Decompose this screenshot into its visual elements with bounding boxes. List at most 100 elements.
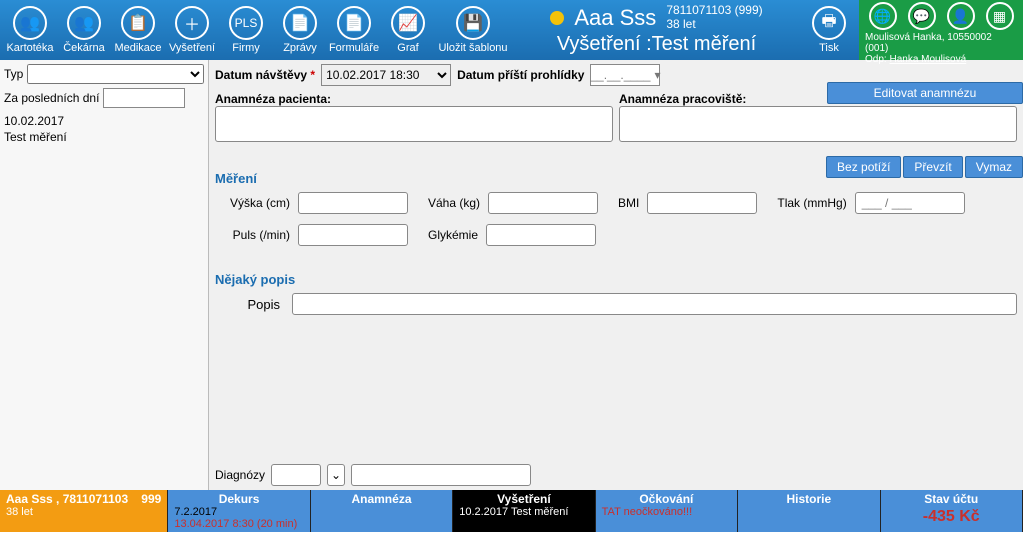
chat-icon[interactable]: 💬: [908, 2, 936, 30]
vyska-label: Výška (cm): [215, 196, 290, 210]
left-panel: Typ Za posledních dní 10.02.2017 Test mě…: [0, 60, 209, 490]
patient-age: 38 let: [666, 18, 762, 31]
bb-dekurs-title: Dekurs: [174, 492, 303, 506]
glykemie-input[interactable]: [486, 224, 596, 246]
apps-icon[interactable]: ▦: [986, 2, 1014, 30]
diag-text-input[interactable]: [351, 464, 531, 486]
bb-patient-sub: 38 let: [6, 506, 161, 518]
body-area: Typ Za posledních dní 10.02.2017 Test mě…: [0, 60, 1023, 490]
kartoteka-button[interactable]: 👥 Kartotéka: [6, 2, 54, 58]
bb-stav-value: -435 Kč: [887, 508, 1016, 526]
bb-dekurs-sub1: 7.2.2017: [174, 506, 303, 518]
user-line1: Moulisová Hanka, 10550002 (001): [865, 32, 1017, 54]
cekarna-button[interactable]: 👥 Čekárna: [60, 2, 108, 58]
prevzit-button[interactable]: Převzít: [903, 156, 962, 178]
bb-vysetreni-title: Vyšetření: [459, 492, 588, 506]
kartoteka-label: Kartotéka: [6, 42, 53, 54]
bmi-label: BMI: [618, 196, 639, 210]
zpravy-button[interactable]: 📄 Zprávy: [276, 2, 324, 58]
patient-name: Aaa Sss: [574, 5, 656, 31]
bez-potizi-button[interactable]: Bez potíží: [826, 156, 901, 178]
diagnozy-row: Diagnózy ⌄: [215, 464, 1017, 486]
bb-ockovani-title: Očkování: [602, 492, 731, 506]
medikace-button[interactable]: 📋 Medikace: [114, 2, 162, 58]
datum-pristi-placeholder: __.__.____: [590, 68, 650, 82]
vyska-input[interactable]: [298, 192, 408, 214]
graf-button[interactable]: 📈 Graf: [384, 2, 432, 58]
save-icon: 💾: [456, 6, 490, 40]
popis-input[interactable]: [292, 293, 1017, 315]
typ-label: Typ: [4, 67, 23, 81]
bb-historie[interactable]: Historie: [738, 490, 880, 532]
plus-icon: ＋: [175, 6, 209, 40]
diagnozy-label: Diagnózy: [215, 468, 265, 482]
bb-ockovani[interactable]: Očkování TAT neočkováno!!!: [596, 490, 738, 532]
patient-id: 7811071103 (999): [666, 4, 762, 17]
printer-icon: 🖶: [812, 6, 846, 40]
vymazat-button[interactable]: Vymaz: [965, 156, 1023, 178]
people-icon: 👥: [13, 6, 47, 40]
user-panel: 🌐 💬 👤 ▦ Moulisová Hanka, 10550002 (001) …: [859, 0, 1023, 60]
graf-label: Graf: [397, 42, 418, 54]
top-bar: 👥 Kartotéka 👥 Čekárna 📋 Medikace ＋ Vyšet…: [0, 0, 1023, 60]
bb-historie-title: Historie: [744, 492, 873, 506]
status-dot-icon: [550, 11, 564, 25]
pls-icon: PLS: [229, 6, 263, 40]
chart-icon: 📈: [391, 6, 425, 40]
bmi-input[interactable]: [647, 192, 757, 214]
visit-name: Test měření: [4, 130, 204, 146]
ulozit-button[interactable]: 💾 Uložit šablonu: [438, 2, 508, 58]
puls-input[interactable]: [298, 224, 408, 246]
anam-pacient-label: Anamnéza pacienta:: [215, 92, 613, 106]
bb-patient[interactable]: Aaa Sss , 7811071103 999 38 let: [0, 490, 168, 532]
bb-stav-uctu[interactable]: Stav účtu -435 Kč: [881, 490, 1023, 532]
visit-date: 10.02.2017: [4, 114, 204, 130]
bb-patient-right: 999: [141, 492, 161, 506]
bb-dekurs[interactable]: Dekurs 7.2.2017 13.04.2017 8:30 (20 min): [168, 490, 310, 532]
anam-prac-input[interactable]: [619, 106, 1017, 142]
tisk-button[interactable]: 🖶 Tisk: [805, 2, 853, 58]
medikace-label: Medikace: [114, 42, 161, 54]
datum-navstevy-select[interactable]: 10.02.2017 18:30: [321, 64, 451, 86]
popis-label: Popis: [215, 297, 280, 312]
za-poslednich-label: Za posledních dní: [4, 91, 99, 105]
za-poslednich-input[interactable]: [103, 88, 185, 108]
main-toolbar: 👥 Kartotéka 👥 Čekárna 📋 Medikace ＋ Vyšet…: [0, 0, 514, 60]
anam-buttons: Bez potíží Převzít Vymaz: [826, 156, 1023, 178]
cekarna-label: Čekárna: [63, 42, 105, 54]
clipboard-icon: 📄: [283, 6, 317, 40]
header-center: Aaa Sss 7811071103 (999) 38 let Vyšetřen…: [514, 0, 799, 60]
typ-select[interactable]: [27, 64, 204, 84]
ulozit-label: Uložit šablonu: [438, 42, 507, 54]
nejaky-popis-title: Nějaký popis: [215, 272, 1017, 287]
firmy-button[interactable]: PLS Firmy: [222, 2, 270, 58]
tisk-label: Tisk: [819, 42, 839, 54]
zpravy-label: Zprávy: [283, 42, 317, 54]
puls-label: Puls (/min): [215, 228, 290, 242]
formulare-button[interactable]: 📄 Formuláře: [330, 2, 378, 58]
patient-id-age: 7811071103 (999) 38 let: [666, 4, 762, 30]
visit-list[interactable]: 10.02.2017 Test měření: [4, 114, 204, 145]
vysetreni-button[interactable]: ＋ Vyšetření: [168, 2, 216, 58]
editovat-anamnezu-button[interactable]: Editovat anamnézu: [827, 82, 1023, 104]
glykemie-label: Glykémie: [428, 228, 478, 242]
exam-title: Vyšetření :Test měření: [557, 33, 756, 56]
waiting-icon: 👥: [67, 6, 101, 40]
firmy-label: Firmy: [232, 42, 260, 54]
diag-code-input[interactable]: [271, 464, 321, 486]
tlak-input[interactable]: ___ / ___: [855, 192, 965, 214]
measure-grid: Výška (cm) Váha (kg) BMI Tlak (mmHg) ___…: [215, 192, 1017, 246]
print-area: 🖶 Tisk: [799, 0, 859, 60]
chevron-down-icon: ⌄: [331, 468, 341, 482]
datum-navstevy-label: Datum návštěvy *: [215, 68, 315, 82]
bb-vysetreni[interactable]: Vyšetření 10.2.2017 Test měření: [453, 490, 595, 532]
bb-anamneza[interactable]: Anamnéza: [311, 490, 453, 532]
patient-header: Aaa Sss 7811071103 (999) 38 let: [550, 4, 762, 30]
datum-pristi-input[interactable]: __.__.____ ▾: [590, 64, 660, 86]
diag-dropdown-button[interactable]: ⌄: [327, 464, 345, 486]
formulare-label: Formuláře: [329, 42, 379, 54]
globe-icon[interactable]: 🌐: [869, 2, 897, 30]
anam-pacient-input[interactable]: [215, 106, 613, 142]
vaha-input[interactable]: [488, 192, 598, 214]
user-icon[interactable]: 👤: [947, 2, 975, 30]
